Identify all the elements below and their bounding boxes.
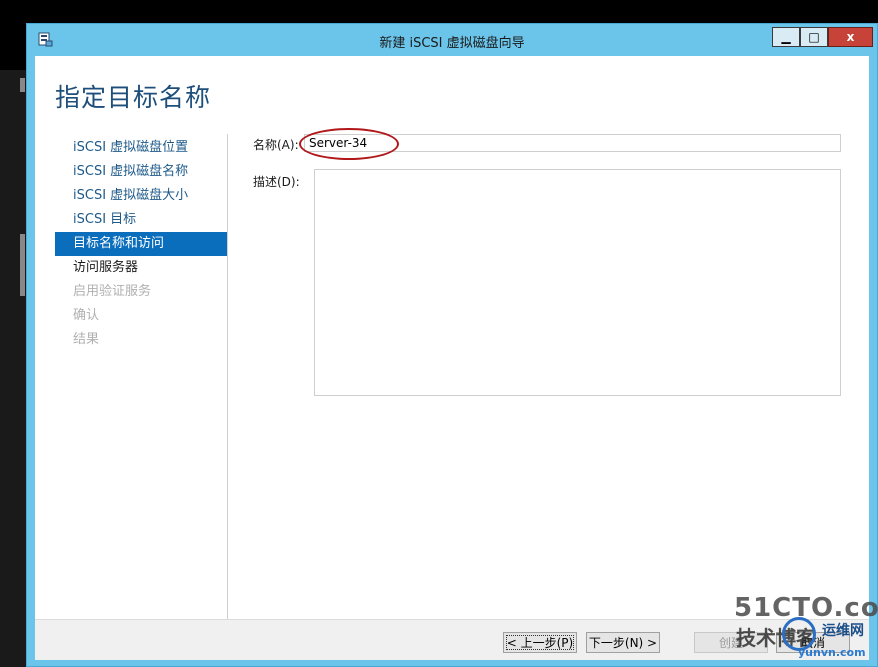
- desktop-background: [0, 70, 26, 667]
- next-button[interactable]: 下一步(N) >: [586, 632, 660, 653]
- description-field[interactable]: [314, 169, 841, 396]
- step-target-name-access[interactable]: 目标名称和访问: [55, 232, 227, 256]
- maximize-icon: □: [808, 30, 820, 44]
- minimize-button[interactable]: ▁: [772, 27, 800, 47]
- window-title: 新建 iSCSI 虚拟磁盘向导: [379, 36, 525, 51]
- step-access-servers[interactable]: 访问服务器: [55, 256, 227, 280]
- page-title: 指定目标名称: [55, 83, 212, 112]
- panel-divider: [227, 134, 228, 622]
- close-button[interactable]: x: [828, 27, 873, 47]
- wizard-window: 新建 iSCSI 虚拟磁盘向导 ▁ □ x 指定目标名称 iSCSI 虚拟磁盘位…: [26, 23, 878, 667]
- desktop-edge-mark: [20, 78, 25, 92]
- step-disk-size[interactable]: iSCSI 虚拟磁盘大小: [55, 184, 227, 208]
- title-bar[interactable]: 新建 iSCSI 虚拟磁盘向导 ▁ □ x: [27, 24, 877, 55]
- minimize-icon: ▁: [781, 30, 791, 44]
- wizard-client-area: 指定目标名称 iSCSI 虚拟磁盘位置 iSCSI 虚拟磁盘名称 iSCSI 虚…: [35, 56, 869, 660]
- step-iscsi-target[interactable]: iSCSI 目标: [55, 208, 227, 232]
- create-button[interactable]: 创建: [694, 632, 768, 653]
- description-label: 描述(D):: [253, 175, 300, 189]
- step-disk-location[interactable]: iSCSI 虚拟磁盘位置: [55, 136, 227, 160]
- maximize-button[interactable]: □: [800, 27, 828, 47]
- name-label: 名称(A):: [253, 138, 299, 152]
- step-confirm: 确认: [73, 308, 100, 323]
- step-enable-auth: 启用验证服务: [73, 284, 152, 299]
- wizard-footer: < 上一步(P) 下一步(N) > 创建 取消: [35, 619, 869, 660]
- step-results: 结果: [73, 332, 100, 347]
- wizard-steps: iSCSI 虚拟磁盘位置 iSCSI 虚拟磁盘名称 iSCSI 虚拟磁盘大小 i…: [55, 136, 227, 352]
- previous-button[interactable]: < 上一步(P): [503, 632, 577, 653]
- step-disk-name[interactable]: iSCSI 虚拟磁盘名称: [55, 160, 227, 184]
- close-icon: x: [846, 30, 855, 44]
- desktop-edge-mark: [20, 234, 25, 296]
- name-field[interactable]: [304, 134, 841, 152]
- cancel-button[interactable]: 取消: [776, 632, 850, 653]
